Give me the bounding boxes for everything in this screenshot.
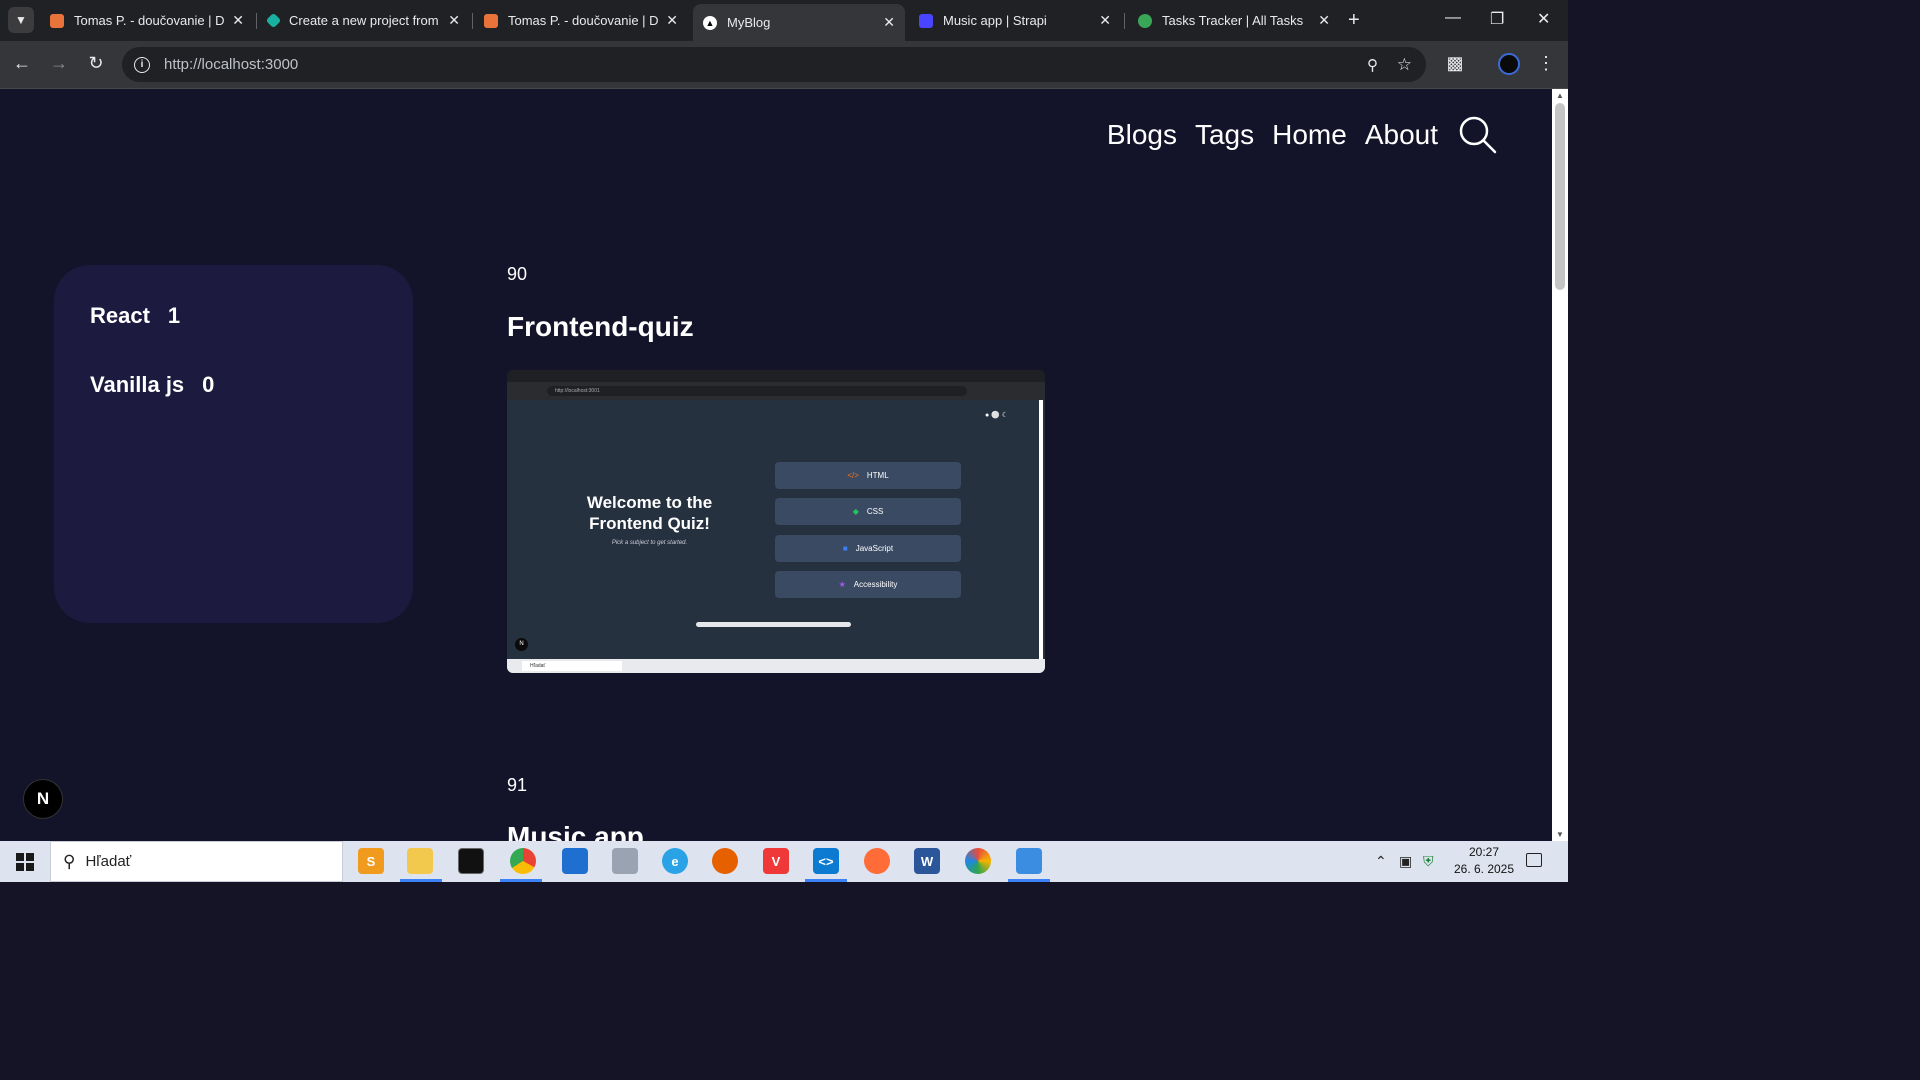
tag-name: React	[90, 303, 150, 328]
app-icon[interactable]	[562, 848, 588, 874]
vivaldi-icon[interactable]: V	[763, 848, 789, 874]
post-number: 91	[507, 775, 528, 795]
nav-link-home[interactable]: Home	[1272, 119, 1347, 151]
browser-tab[interactable]: Tasks Tracker | All Tasks ✕	[1128, 4, 1340, 37]
tab-favicon-icon	[265, 12, 282, 29]
scrollbar-thumb[interactable]	[1555, 103, 1565, 290]
windows-taskbar: ⚲ Hľadať S e V <> W ⌃ ▣ ⛨ 20:27 26. 6. 2…	[0, 841, 1568, 882]
tab-search-button[interactable]: ▼	[8, 7, 34, 33]
sublime-text-icon[interactable]: S	[358, 848, 384, 874]
close-icon[interactable]: ✕	[448, 12, 460, 29]
close-icon[interactable]: ✕	[232, 12, 244, 29]
reload-icon[interactable]: ↻	[84, 53, 108, 74]
tags-card: React 1 Vanilla js 0	[54, 265, 413, 623]
chevron-down-icon: ▼	[15, 13, 27, 27]
extensions-icon[interactable]: ▩	[1443, 53, 1467, 74]
thumbnail-progress-bar	[696, 622, 851, 627]
theme-toggle-icon: ● ⚪ ☾	[985, 412, 1009, 419]
tag-count: 0	[202, 372, 215, 397]
color-app-icon[interactable]	[965, 848, 991, 874]
thumbnail-button-html: </> HTML	[775, 462, 961, 489]
scroll-up-arrow-icon[interactable]: ▲	[1556, 91, 1564, 100]
vscode-icon[interactable]: <>	[813, 848, 839, 874]
browser-tab-active[interactable]: ▲ MyBlog ✕	[693, 4, 905, 41]
address-bar[interactable]: i http://localhost:3000 ⚲ ☆	[122, 47, 1426, 82]
browser-tab[interactable]: Music app | Strapi ✕	[909, 4, 1121, 37]
search-icon: ⚲	[63, 851, 76, 871]
post-title[interactable]: Music app	[507, 821, 644, 841]
thumbnail-button-css: ◆ CSS	[775, 498, 961, 525]
post-title[interactable]: Frontend-quiz	[507, 311, 694, 343]
site-info-icon[interactable]: i	[134, 56, 150, 73]
taskbar-search[interactable]: ⚲ Hľadať	[50, 841, 343, 882]
windows-start-icon[interactable]	[16, 853, 34, 871]
close-icon[interactable]: ✕	[666, 12, 678, 29]
close-icon[interactable]: ✕	[1318, 12, 1330, 29]
thumbnail-button-javascript: ■ JavaScript	[775, 535, 961, 562]
tab-favicon-icon: ▲	[703, 15, 717, 30]
scroll-down-arrow-icon[interactable]: ▼	[1556, 830, 1564, 839]
tag-name: Vanilla js	[90, 372, 185, 397]
zoom-icon[interactable]: ⚲	[1367, 56, 1378, 74]
thumbnail-toolbar: http://localhost:3001	[507, 382, 1045, 400]
tab-favicon-icon	[919, 13, 933, 28]
post-thumbnail-image[interactable]: http://localhost:3001 ● ⚪ ☾ Welcome to t…	[507, 370, 1045, 673]
browser-tab[interactable]: Tomas P. - doučovanie | Do ✕	[40, 4, 254, 37]
thumbnail-taskbar: Hľadať	[507, 659, 1045, 673]
bookmark-star-icon[interactable]: ☆	[1397, 55, 1412, 75]
internet-explorer-icon[interactable]: e	[662, 848, 688, 874]
back-arrow-icon[interactable]: ←	[10, 53, 34, 74]
nextjs-dev-badge[interactable]: N	[23, 779, 63, 819]
tab-favicon-icon	[484, 13, 498, 28]
security-shield-icon[interactable]: ⛨	[1423, 853, 1434, 870]
browser-tab-bar: ▼ Tomas P. - doučovanie | Do ✕ Create a …	[0, 0, 1568, 41]
thumbnail-next-badge: N	[515, 638, 528, 651]
page-content: Blogs Tags Home About React 1 Vanilla js 0…	[0, 89, 1552, 841]
tray-chevron-up-icon[interactable]: ⌃	[1375, 853, 1387, 870]
photos-icon[interactable]	[612, 848, 638, 874]
close-window-icon[interactable]: ✕	[1537, 9, 1550, 29]
post-number: 90	[507, 264, 528, 284]
tab-favicon-icon	[1138, 13, 1152, 28]
page-scrollbar[interactable]: ▲ ▼	[1552, 89, 1568, 841]
search-icon[interactable]	[1458, 115, 1498, 155]
thumbnail-subtitle: Pick a subject to get started.	[611, 540, 688, 546]
taskbar-clock[interactable]: 20:27 26. 6. 2025	[1446, 844, 1522, 878]
tab-favicon-icon	[50, 13, 64, 28]
restore-icon[interactable]: ❐	[1490, 9, 1504, 29]
camera-icon[interactable]: ▣	[1399, 853, 1412, 870]
postman-icon[interactable]	[864, 848, 890, 874]
terminal-icon[interactable]	[458, 848, 484, 874]
tag-item-vanilla-js[interactable]: Vanilla js 0	[90, 372, 214, 398]
thumbnail-tabbar	[507, 370, 1045, 382]
thumbnail-scrollbar	[1039, 400, 1043, 659]
tag-item-react[interactable]: React 1	[90, 303, 180, 329]
forward-arrow-icon[interactable]: →	[47, 53, 71, 74]
nav-link-blogs[interactable]: Blogs	[1107, 119, 1177, 151]
chrome-icon[interactable]	[510, 848, 536, 874]
tag-count: 1	[167, 303, 181, 328]
close-icon[interactable]: ✕	[1099, 12, 1111, 29]
profile-avatar[interactable]	[1497, 53, 1521, 80]
url-text[interactable]: http://localhost:3000	[164, 56, 298, 73]
thumbnail-button-accessibility: ★ Accessibility	[775, 571, 961, 598]
main-nav: Blogs Tags Home About	[1089, 115, 1498, 155]
notification-icon[interactable]	[1526, 853, 1542, 867]
new-tab-button[interactable]: +	[1348, 9, 1360, 32]
nav-link-about[interactable]: About	[1365, 119, 1438, 151]
minimize-icon[interactable]: —	[1445, 9, 1461, 27]
browser-tab[interactable]: Create a new project from ✕	[258, 4, 470, 37]
file-explorer-icon[interactable]	[407, 848, 433, 874]
word-icon[interactable]: W	[914, 848, 940, 874]
nav-link-tags[interactable]: Tags	[1195, 119, 1254, 151]
firefox-icon[interactable]	[712, 848, 738, 874]
paint-icon[interactable]	[1016, 848, 1042, 874]
close-icon[interactable]: ✕	[883, 14, 895, 31]
browser-toolbar: ← → ↻ i http://localhost:3000 ⚲ ☆ ▩ ⋮	[0, 41, 1568, 89]
menu-kebab-icon[interactable]: ⋮	[1534, 53, 1558, 74]
thumbnail-heading: Welcome to the Frontend Quiz!	[586, 493, 713, 533]
browser-tab[interactable]: Tomas P. - doučovanie | Do ✕	[474, 4, 688, 37]
